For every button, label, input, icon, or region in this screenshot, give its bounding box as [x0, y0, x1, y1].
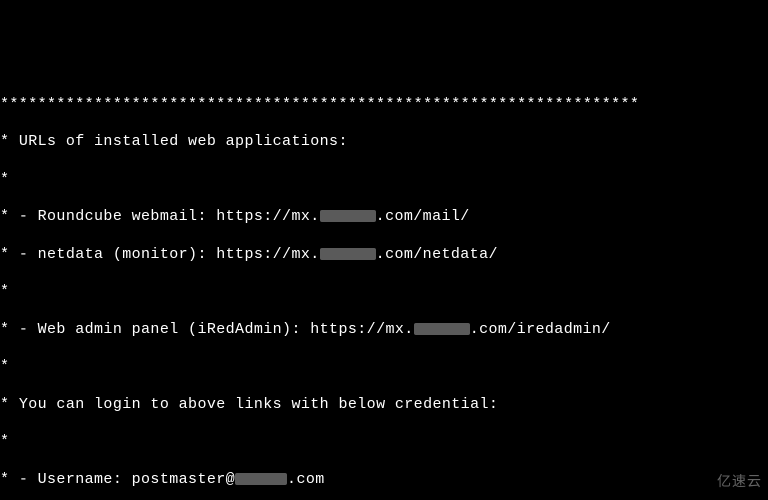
blank — [0, 171, 768, 190]
cred-username: - Username: postmaster@ .com — [0, 471, 768, 490]
redacted-user-domain — [235, 473, 287, 485]
blank — [0, 433, 768, 452]
text: .com/mail/ — [376, 208, 470, 225]
text: - Username: postmaster@ — [19, 471, 235, 488]
url-roundcube: - Roundcube webmail: https://mx. .com/mai… — [0, 208, 768, 227]
blank — [0, 358, 768, 377]
redacted-domain — [320, 210, 376, 222]
url-admin: - Web admin panel (iRedAdmin): https://m… — [0, 321, 768, 340]
heading-urls: URLs of installed web applications: — [0, 133, 768, 152]
url-netdata: - netdata (monitor): https://mx. .com/net… — [0, 246, 768, 265]
text: - netdata (monitor): https://mx. — [19, 246, 320, 263]
rule: ****************************************… — [0, 96, 768, 115]
text: .com/netdata/ — [376, 246, 498, 263]
text: - Roundcube webmail: https://mx. — [19, 208, 320, 225]
redacted-domain — [320, 248, 376, 260]
text: .com — [287, 471, 325, 488]
login-note: You can login to above links with below … — [0, 396, 768, 415]
blank — [0, 283, 768, 302]
text: - Web admin panel (iRedAdmin): https://m… — [19, 321, 414, 338]
terminal-output: ****************************************… — [0, 75, 768, 500]
text: .com/iredadmin/ — [470, 321, 611, 338]
redacted-domain — [414, 323, 470, 335]
